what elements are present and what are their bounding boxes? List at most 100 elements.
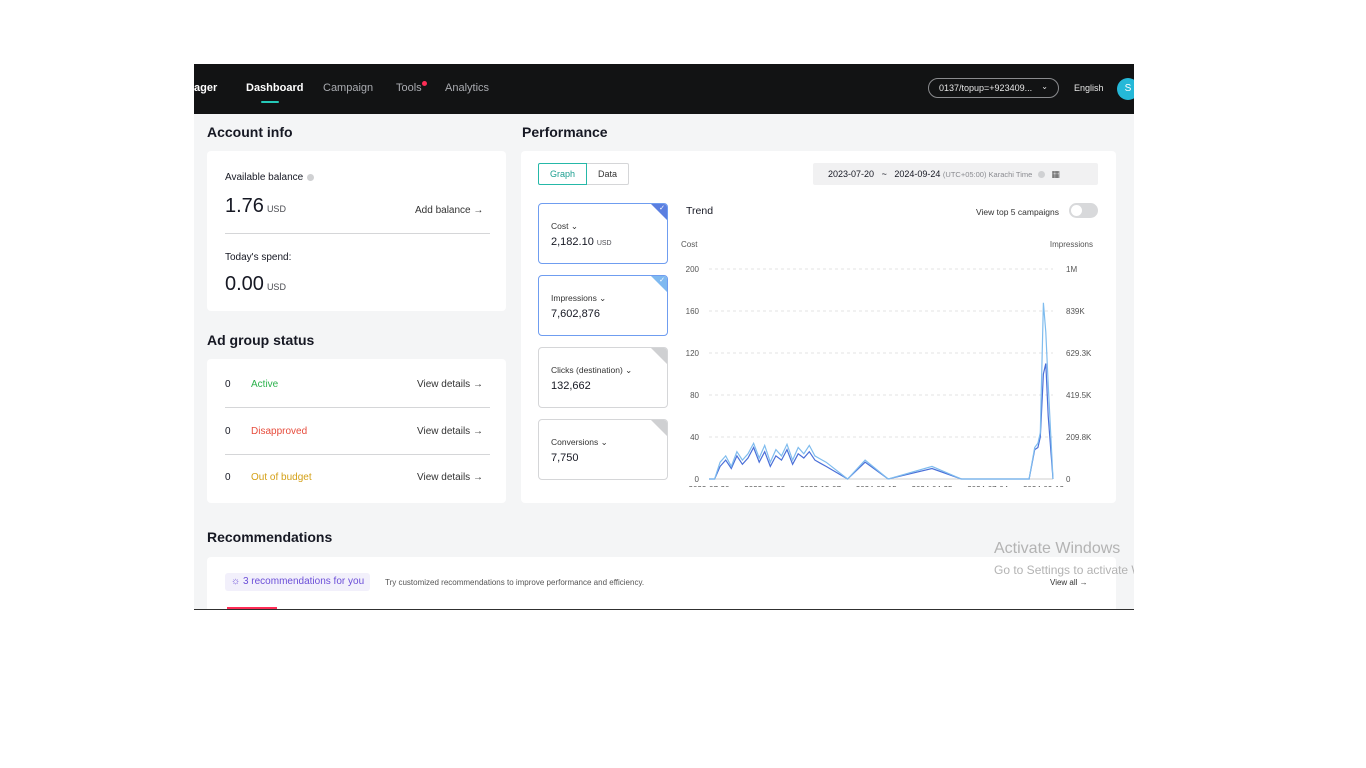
todays-spend-value: 0.00 USD (225, 273, 286, 296)
recommendations-title: Recommendations (207, 529, 333, 545)
metric-card-clicks[interactable]: Clicks (destination) ⌄ 132,662 (538, 347, 668, 408)
performance-title: Performance (522, 124, 608, 140)
partial-tab-indicator (227, 607, 277, 609)
status-label-out-of-budget: Out of budget (251, 472, 312, 483)
date-start: 2023-07-20 (828, 169, 875, 179)
metric-name: Clicks (destination) ⌄ (551, 365, 633, 375)
view-all-link[interactable]: View all → (1050, 578, 1088, 587)
chevron-down-icon: ⌄ (1041, 82, 1048, 91)
balance-unit: USD (266, 204, 286, 214)
metric-card-conversions[interactable]: Conversions ⌄ 7,750 (538, 419, 668, 480)
brand-name: ager (194, 82, 218, 94)
info-icon[interactable] (1037, 171, 1045, 179)
metric-card-impressions[interactable]: ✓ Impressions ⌄ 7,602,876 (538, 275, 668, 336)
lightbulb-icon: ☼ (231, 576, 241, 587)
add-balance-link[interactable]: Add balance → (415, 205, 483, 216)
view-details-link[interactable]: View details → (417, 426, 483, 437)
spend-amount: 0.00 (225, 273, 264, 295)
account-selector[interactable]: 0137/topup=+923409... ⌄ (928, 78, 1059, 98)
y-axis-title-right: Impressions (1050, 240, 1093, 249)
unselected-corner-icon (651, 348, 667, 364)
divider (225, 233, 490, 234)
x-tick-label: 2023-12-07 (800, 485, 841, 487)
y-tick-label: 200 (686, 265, 700, 274)
top-navigation-bar: ager Dashboard Campaign Tools Analytics … (194, 64, 1134, 114)
available-balance-label: Available balance (225, 172, 315, 183)
metric-card-cost[interactable]: ✓ Cost ⌄ 2,182.10 USD (538, 203, 668, 264)
divider (225, 407, 490, 408)
x-tick-label: 2023-09-28 (744, 485, 785, 487)
view-toggle: Graph Data (538, 163, 630, 185)
series-line-cost (709, 363, 1054, 480)
windows-watermark-title: Activate Windows (994, 540, 1121, 557)
nav-item-tools[interactable]: Tools (396, 82, 422, 94)
nav-item-dashboard[interactable]: Dashboard (246, 82, 303, 94)
top5-campaigns-toggle[interactable] (1069, 203, 1098, 218)
tab-data[interactable]: Data (587, 163, 630, 185)
check-icon: ✓ (659, 205, 665, 212)
metric-unit: USD (596, 240, 612, 247)
status-count: 0 (225, 472, 231, 483)
y-tick-label: 120 (686, 349, 700, 358)
date-range-picker[interactable]: 2023-07-20 ~ 2024-09-24 (UTC+05:00) Kara… (813, 163, 1098, 185)
recommendations-note: Try customized recommendations to improv… (385, 578, 645, 587)
status-label-disapproved: Disapproved (251, 426, 308, 437)
y2-tick-label: 1M (1066, 265, 1077, 274)
metric-value: 132,662 (551, 380, 591, 392)
y-tick-label: 160 (686, 307, 700, 316)
recommendations-card: ☼ 3 recommendations for you Try customiz… (207, 557, 1116, 609)
metric-value: 2,182.10 USD (551, 236, 612, 248)
app-window: ager Dashboard Campaign Tools Analytics … (194, 64, 1134, 610)
info-icon[interactable] (307, 173, 315, 181)
date-end: 2024-09-24 (894, 169, 941, 179)
view-details-link[interactable]: View details → (417, 472, 483, 483)
unselected-corner-icon (651, 420, 667, 436)
y-tick-label: 0 (695, 475, 700, 484)
timezone-label: (UTC+05:00) Karachi Time (942, 170, 1033, 179)
view-details-link[interactable]: View details → (417, 379, 483, 390)
x-tick-label: 2024-07-04 (967, 485, 1008, 487)
ad-group-status-title: Ad group status (207, 332, 315, 348)
todays-spend-label: Today's spend: (225, 252, 292, 263)
tab-graph[interactable]: Graph (538, 163, 588, 185)
y-axis-title-left: Cost (681, 240, 698, 249)
date-separator: ~ (881, 169, 887, 179)
windows-watermark-subtitle: Go to Settings to activate Windows. (994, 563, 1134, 577)
check-icon: ✓ (659, 277, 665, 284)
account-info-card: Available balance 1.76 USD Add balance → … (207, 151, 506, 311)
top5-campaigns-label: View top 5 campaigns (976, 207, 1060, 217)
x-tick-label: 2024-04-25 (912, 485, 953, 487)
recommendations-chip[interactable]: ☼ 3 recommendations for you (225, 573, 371, 591)
trend-chart: Cost Impressions 0 0 40 209.8K 80 419.5K 120 629.… (681, 240, 1093, 487)
x-tick-label: 2024-09-12 (1023, 485, 1064, 487)
calendar-icon[interactable]: ▦ (1051, 169, 1060, 179)
metric-number: 2,182.10 (551, 236, 594, 248)
metric-name: Conversions ⌄ (551, 437, 608, 447)
toggle-knob (1071, 205, 1082, 216)
avatar[interactable]: S (1117, 78, 1134, 100)
available-balance-value: 1.76 USD (225, 195, 286, 218)
ad-group-status-card: 0 Active View details → 0 Disapproved Vi… (207, 359, 506, 503)
language-selector[interactable]: English (1074, 83, 1104, 93)
y2-tick-label: 209.8K (1066, 433, 1092, 442)
active-tab-indicator (261, 101, 279, 103)
divider (225, 454, 490, 455)
nav-item-campaign[interactable]: Campaign (323, 82, 373, 94)
status-count: 0 (225, 379, 231, 390)
y2-tick-label: 419.5K (1066, 391, 1092, 400)
y2-tick-label: 839K (1066, 307, 1085, 316)
recommendations-count: 3 recommendations for you (242, 576, 365, 587)
spend-unit: USD (266, 282, 286, 292)
status-count: 0 (225, 426, 231, 437)
balance-amount: 1.76 (225, 195, 264, 217)
performance-card: Graph Data 2023-07-20 ~ 2024-09-24 (UTC+… (521, 151, 1116, 503)
y-tick-label: 80 (690, 391, 699, 400)
metric-name: Cost ⌄ (551, 221, 578, 231)
status-label-active: Active (251, 379, 279, 390)
x-tick-label: 2023-07-20 (689, 485, 730, 487)
x-tick-label: 2024-02-15 (856, 485, 897, 487)
account-info-title: Account info (207, 124, 293, 140)
metric-name: Impressions ⌄ (551, 293, 607, 303)
y2-tick-label: 0 (1066, 475, 1071, 484)
nav-item-analytics[interactable]: Analytics (445, 82, 489, 94)
